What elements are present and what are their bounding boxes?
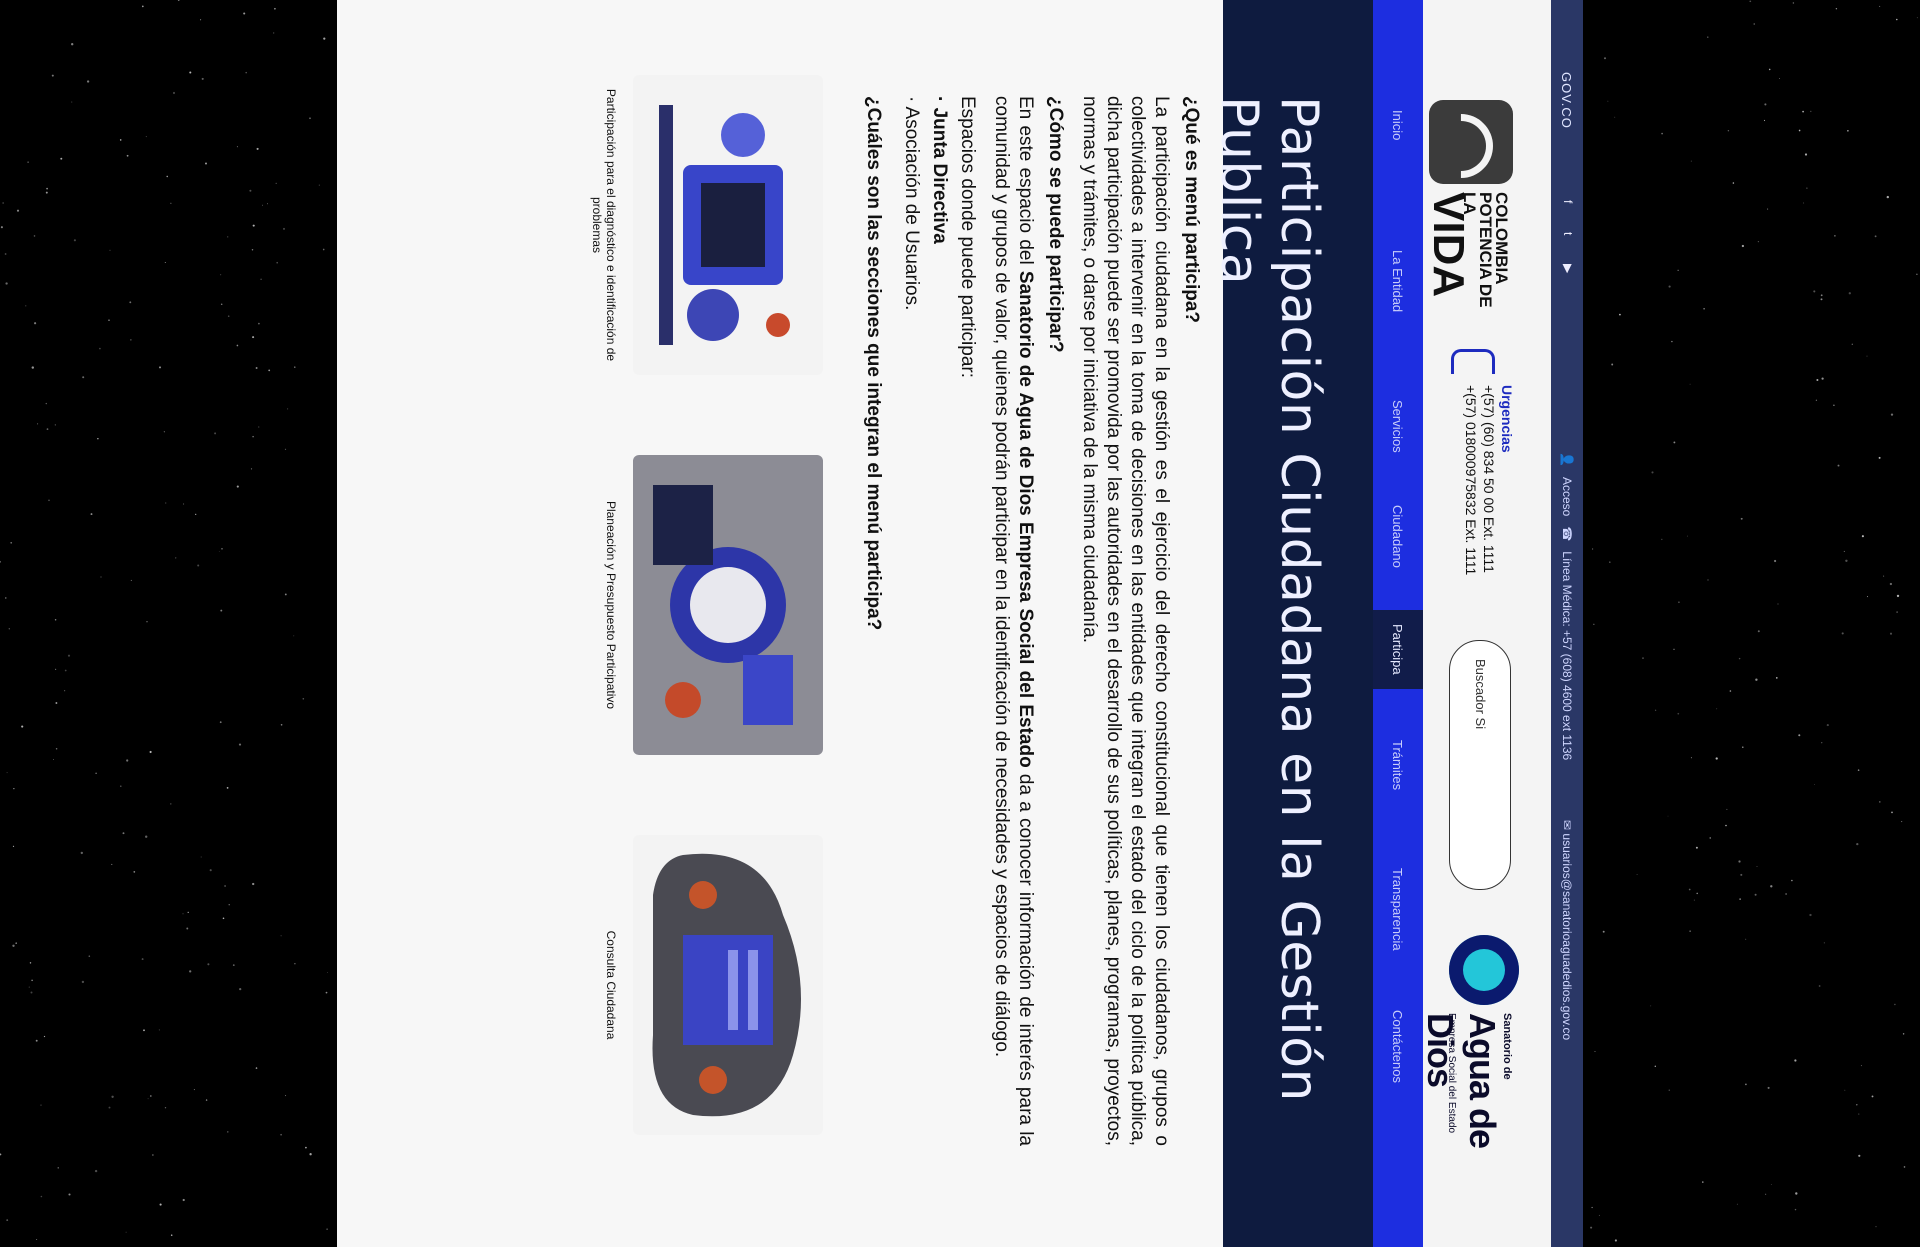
nav-la-entidad[interactable]: La Entidad [1373, 250, 1423, 312]
hero-banner: Participación Ciudadana en la Gestión Pu… [1209, 0, 1373, 1247]
heading-cuales: ¿Cuáles son las secciones que integran e… [863, 96, 884, 631]
nav-inicio[interactable]: Inicio [1373, 110, 1423, 140]
consulta-illustration [633, 835, 823, 1135]
espacios-label: Espacios donde puede participar: [957, 96, 978, 379]
paragraph-como: En este espacio del Sanatorio de Agua de… [991, 96, 1036, 1146]
nav-participa[interactable]: Participa [1373, 610, 1423, 689]
main-content: ¿Qué es menú participa? La participación… [855, 96, 1203, 1146]
twitter-icon[interactable]: t [1561, 232, 1575, 246]
colombia-logo-icon [1429, 100, 1513, 184]
nav-servicios[interactable]: Servicios [1373, 400, 1423, 453]
planeacion-illustration [633, 455, 823, 755]
phone-icon: ☎ [1560, 526, 1574, 542]
gov-bar: GOV.CO f t ▶ 👤 Acceso ☎ Línea Médica: +5… [1551, 0, 1583, 1247]
access-links: 👤 Acceso ☎ Línea Médica: +57 (608) 4600 … [1560, 452, 1574, 760]
medical-line[interactable]: Línea Médica: +57 (608) 4600 ext 1136 [1560, 551, 1574, 760]
section-cards: Participación para el diagnóstico e iden… [543, 75, 823, 1175]
rotated-page-band: GOV.CO f t ▶ 👤 Acceso ☎ Línea Médica: +5… [337, 0, 1583, 1247]
list-item: · Junta Directiva [929, 96, 950, 244]
nav-tramites[interactable]: Trámites [1373, 740, 1423, 790]
email-text: usuarios@sanatorioaguadedios.gov.co [1560, 833, 1574, 1041]
social-links: f t ▶ [1561, 200, 1575, 278]
org-sub: Empresa Social del Estado [1446, 1013, 1457, 1134]
urgencias-block: Urgencias +(57) (60) 834 50 00 Ext. 1111… [1451, 349, 1515, 645]
espacios-list: · Junta Directiva · Asociación de Usuari… [899, 96, 951, 1146]
mail-icon: ✉ [1560, 820, 1574, 831]
phone-1[interactable]: +(57) (60) 834 50 00 Ext. 1111 [1481, 385, 1497, 645]
email-link[interactable]: ✉ usuarios@sanatorioaguadedios.gov.co [1560, 820, 1574, 1040]
card-diagnostico[interactable]: Participación para el diagnóstico e iden… [543, 75, 823, 375]
card-caption: Consulta Ciudadana [604, 930, 618, 1040]
sanatorio-logo[interactable]: Sanatorio de Agua de Dios Empresa Social… [1420, 935, 1519, 1195]
page-title: Participación Ciudadana en la Gestión Pu… [1209, 96, 1329, 1102]
nav-transparencia[interactable]: Transparencia [1373, 868, 1423, 951]
facebook-icon[interactable]: f [1561, 200, 1575, 214]
page: GOV.CO f t ▶ 👤 Acceso ☎ Línea Médica: +5… [337, 0, 1583, 1247]
globe-icon [1449, 935, 1519, 1005]
card-caption: Planeación y Presupuesto Participativo [604, 500, 618, 710]
nav-ciudadano[interactable]: Ciudadano [1373, 505, 1423, 568]
phone-2[interactable]: +(57) 018000975832 Ext. 1111 [1463, 385, 1479, 645]
search-input[interactable]: Buscador Si [1449, 640, 1511, 890]
card-consulta[interactable]: Consulta Ciudadana [543, 835, 823, 1135]
access-link[interactable]: Acceso [1560, 477, 1574, 516]
list-item: · Asociación de Usuarios. [901, 96, 922, 311]
heading-como: ¿Cómo se puede participar? [1045, 96, 1066, 353]
nav-contactenos[interactable]: Contáctenos [1373, 1010, 1423, 1083]
urgencias-title: Urgencias [1499, 385, 1515, 453]
diagnostico-illustration [633, 75, 823, 375]
main-nav: Inicio La Entidad Servicios Ciudadano Pa… [1373, 0, 1423, 1247]
gov-co-link[interactable]: GOV.CO [1559, 72, 1574, 129]
phone-handset-icon [1451, 349, 1495, 374]
youtube-icon[interactable]: ▶ [1561, 264, 1575, 278]
user-icon: 👤 [1560, 452, 1574, 467]
colombia-logo[interactable]: COLOMBIA POTENCIA DE LA VIDA [1415, 100, 1513, 330]
org-big: Agua de Dios [1420, 1013, 1503, 1149]
brand-vida: VIDA [1424, 192, 1473, 298]
card-planeacion[interactable]: Planeación y Presupuesto Participativo [543, 455, 823, 755]
card-caption: Participación para el diagnóstico e iden… [590, 88, 618, 362]
paragraph-que-es: La participación ciudadana en la gestión… [1079, 96, 1172, 1146]
heading-que-es: ¿Qué es menú participa? [1181, 96, 1202, 323]
